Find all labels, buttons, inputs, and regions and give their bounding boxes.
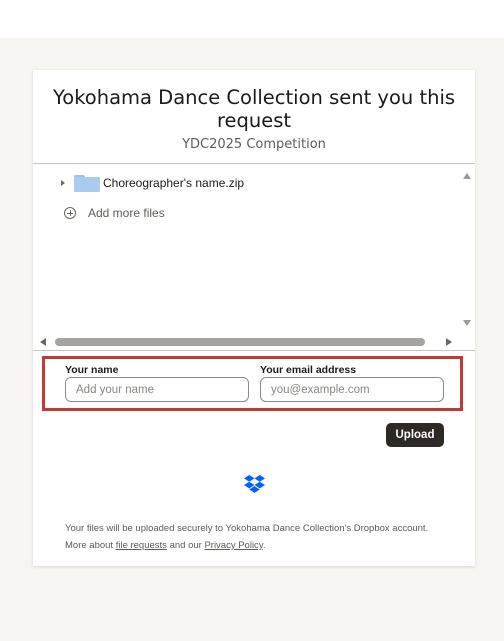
name-label: Your name — [65, 364, 119, 376]
request-subtitle: YDC2025 Competition — [182, 137, 326, 152]
scroll-down-arrow-icon[interactable] — [463, 320, 471, 326]
add-more-files-button[interactable]: Add more files — [64, 206, 165, 220]
file-list-panel: Choreographer's name.zip Add more files — [33, 163, 475, 351]
name-input[interactable] — [65, 377, 249, 402]
upload-button[interactable]: Upload — [386, 423, 444, 447]
footer-text-part: and our — [166, 540, 205, 551]
file-item[interactable]: Choreographer's name.zip — [61, 172, 244, 194]
file-requests-link[interactable]: file requests — [116, 540, 167, 551]
scroll-right-arrow-icon[interactable] — [446, 338, 452, 346]
footer-text-part: . — [262, 540, 266, 551]
email-label: Your email address — [260, 364, 357, 376]
file-name: Choreographer's name.zip — [103, 176, 245, 190]
dropbox-logo-icon — [244, 475, 265, 493]
privacy-policy-link[interactable]: Privacy Policy — [204, 540, 262, 551]
footer-text: Your files will be uploaded securely to … — [65, 520, 445, 554]
email-input[interactable] — [260, 377, 444, 402]
horizontal-scrollbar-thumb[interactable] — [55, 338, 425, 346]
add-more-files-label: Add more files — [88, 206, 165, 220]
scroll-up-arrow-icon[interactable] — [463, 173, 471, 179]
scroll-left-arrow-icon[interactable] — [40, 338, 46, 346]
request-title: Yokohama Dance Collection sent you this … — [52, 86, 456, 132]
top-band — [0, 0, 504, 38]
folder-icon — [74, 174, 100, 192]
expand-caret-icon[interactable] — [61, 180, 65, 186]
file-request-card: Yokohama Dance Collection sent you this … — [33, 70, 475, 566]
plus-circle-icon — [64, 207, 76, 219]
